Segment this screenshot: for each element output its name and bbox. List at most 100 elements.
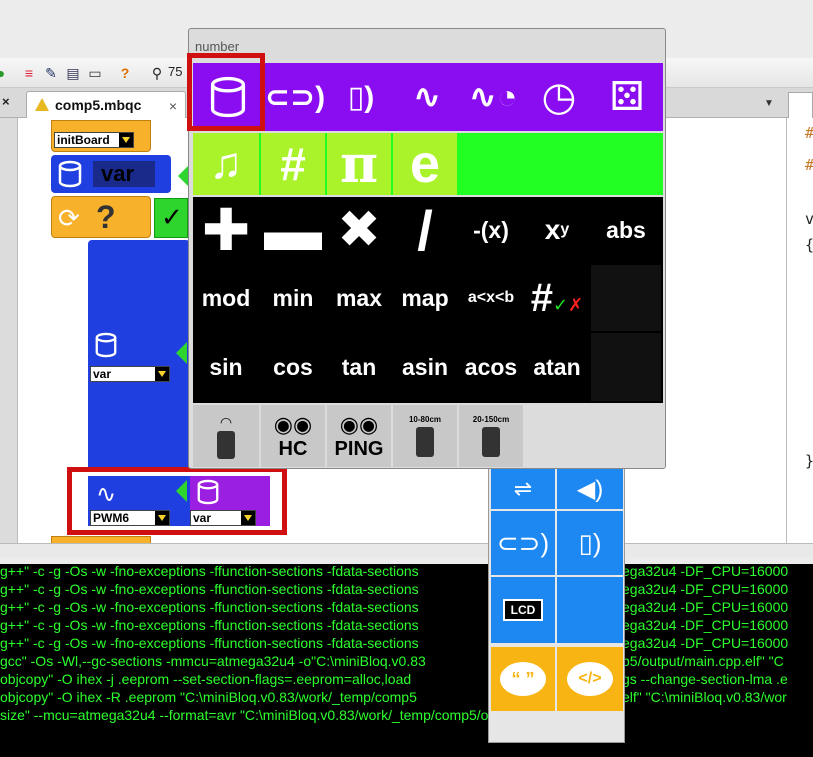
abs-button[interactable]: abs: [591, 197, 661, 263]
analog-read-button[interactable]: ∿: [395, 63, 459, 131]
comment-block-button[interactable]: “ ”: [491, 647, 555, 711]
console-line: ega32u4 -DF_CPU=16000: [622, 635, 789, 651]
minus-icon: ▬: [264, 197, 322, 263]
console-line: elf" "C:\miniBloq.v0.83/wor: [622, 689, 787, 705]
mod-button[interactable]: mod: [193, 265, 259, 331]
acos-button[interactable]: acos: [459, 333, 523, 401]
loop-body-block[interactable]: var: [88, 240, 190, 470]
tan-button[interactable]: tan: [327, 333, 391, 401]
euler-button[interactable]: e: [393, 133, 457, 195]
motor-speed-button[interactable]: ⊂⊃): [263, 63, 327, 131]
in-range-button[interactable]: a<x<b: [459, 265, 523, 331]
music-note-icon: ♫: [209, 139, 243, 188]
atan-button[interactable]: atan: [525, 333, 589, 401]
popup-title: number: [195, 39, 240, 54]
ultrasonic-icon: ◉◉: [273, 411, 313, 437]
left-panel-close-icon[interactable]: ×: [2, 94, 10, 109]
console-line: ega32u4 -DF_CPU=16000: [622, 581, 789, 597]
zoom-level[interactable]: 75: [168, 64, 182, 79]
block-palette: ⇌ ◀) ⊂⊃) ▯) LCD “ ” </>: [488, 468, 625, 743]
number-compare-button[interactable]: #✓✗: [525, 265, 589, 331]
help-icon[interactable]: ?: [116, 64, 134, 82]
speaker-icon: ◀): [576, 475, 604, 503]
divide-icon: /: [417, 198, 433, 262]
usb-icon: ⇌: [513, 476, 533, 501]
hash-check-cross-icon: #✓✗: [530, 275, 584, 320]
ir-range-80-button[interactable]: 10-80cm: [393, 405, 457, 467]
motor-block-button[interactable]: ⊂⊃): [491, 511, 555, 575]
random-button[interactable]: ⚄: [593, 63, 661, 131]
divide-button[interactable]: /: [393, 197, 457, 263]
lcd-icon: LCD: [502, 599, 544, 621]
negate-button[interactable]: -(x): [459, 197, 523, 263]
dice-icon: ⚄: [609, 75, 645, 119]
servo-block-button[interactable]: ▯): [557, 511, 623, 575]
database-icon: [95, 332, 117, 358]
power-button[interactable]: xy: [525, 197, 589, 263]
map-button[interactable]: map: [393, 265, 457, 331]
servo-position-button[interactable]: ▯): [329, 63, 393, 131]
console-line: size" --mcu=atmega32u4 --format=avr "C:\…: [0, 707, 604, 723]
multiply-button[interactable]: ✖: [327, 197, 391, 263]
warning-icon: [35, 98, 49, 111]
zoom-icon[interactable]: ⚲: [148, 64, 166, 82]
highlight-box-variable: [187, 53, 265, 131]
servo-icon: ▯): [578, 527, 602, 558]
ir-sensor-button[interactable]: ◠: [193, 405, 259, 467]
true-condition-block[interactable]: ✓: [154, 198, 188, 238]
code-block-button[interactable]: </>: [557, 647, 623, 711]
number-constant-button[interactable]: #: [261, 133, 325, 195]
lcd-block-button[interactable]: LCD: [491, 577, 555, 643]
max-button[interactable]: max: [327, 265, 391, 331]
asin-button[interactable]: asin: [393, 333, 457, 401]
motor-icon: ⊂⊃): [264, 80, 326, 114]
constants-row: ♫ # π e: [193, 133, 663, 195]
loop-icon: ⟳: [58, 203, 80, 233]
variable-block[interactable]: var: [51, 155, 171, 193]
variable-name-field[interactable]: var: [93, 161, 155, 187]
var-dropdown[interactable]: var: [90, 366, 170, 382]
subtract-button[interactable]: ▬: [261, 197, 325, 263]
pulse-in-button[interactable]: ∿◔: [461, 63, 525, 131]
condition-placeholder: ?: [96, 199, 116, 235]
speech-bubble-icon: “ ”: [500, 662, 546, 696]
usb-block-button[interactable]: ⇌: [491, 469, 555, 509]
sensors-row: ◠ ◉◉ HC ◉◉ PING 10-80cm 20-150cm: [193, 405, 663, 467]
init-board-block[interactable]: initBoard: [51, 120, 151, 152]
ultrasonic-hc-button[interactable]: ◉◉ HC: [261, 405, 325, 467]
tab-list-dropdown-icon[interactable]: ▼: [764, 98, 774, 109]
code-line: {: [805, 236, 813, 254]
blocks-icon[interactable]: ≡: [20, 64, 38, 82]
console-line: ega32u4 -DF_CPU=16000: [622, 599, 789, 615]
code-bubble-icon: </>: [567, 662, 613, 696]
tab-comp5[interactable]: comp5.mbqc ×: [26, 91, 186, 118]
ops-empty-cell: [591, 333, 661, 401]
ir-range-150-button[interactable]: 20-150cm: [459, 405, 523, 467]
motor-icon: ⊂⊃): [496, 527, 550, 558]
math-ops-grid: ✚ ▬ ✖ / -(x) xy abs mod min max map a<x<…: [193, 197, 663, 403]
code-panel[interactable]: # # v { }: [786, 118, 813, 543]
speaker-block-button[interactable]: ◀): [557, 469, 623, 509]
tab-code[interactable]: [788, 92, 813, 118]
sin-button[interactable]: sin: [193, 333, 259, 401]
list-icon[interactable]: ▤: [64, 64, 82, 82]
run-icon[interactable]: ●: [0, 64, 10, 82]
ultrasonic-ping-button[interactable]: ◉◉ PING: [327, 405, 391, 467]
horizontal-scrollbar[interactable]: [0, 543, 813, 557]
code-line: #: [805, 124, 813, 142]
edit-icon[interactable]: ✎: [42, 64, 60, 82]
pi-button[interactable]: π: [327, 133, 391, 195]
min-button[interactable]: min: [261, 265, 325, 331]
init-board-dropdown[interactable]: initBoard: [54, 132, 134, 148]
cos-button[interactable]: cos: [261, 333, 325, 401]
database-icon: [58, 160, 82, 188]
console-line: p5/output/main.cpp.elf" "C: [622, 653, 784, 669]
tab-close-icon[interactable]: ×: [169, 98, 177, 114]
note-button[interactable]: ♫: [193, 133, 259, 195]
app-window: ● ≡ ✎ ▤ ▭ ? ⚲ 75 × comp5.mbqc × ▼ initBo…: [0, 0, 813, 757]
while-block[interactable]: ⟳ ?: [51, 196, 151, 238]
monitor-icon[interactable]: ▭: [86, 64, 104, 82]
millis-button[interactable]: ◷: [527, 63, 591, 131]
sensor-icon: [416, 427, 434, 457]
add-button[interactable]: ✚: [193, 197, 259, 263]
